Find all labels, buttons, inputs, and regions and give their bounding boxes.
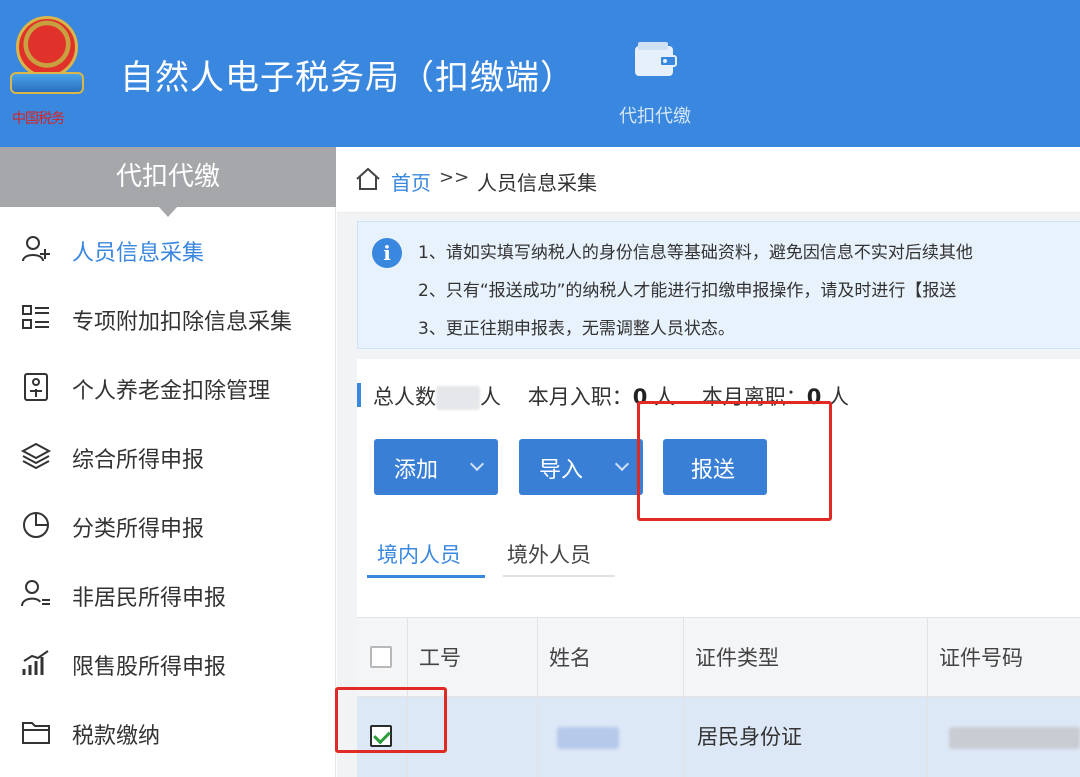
column-header: 工号 [419, 646, 461, 670]
sidebar-item-personnel-info[interactable]: 人员信息采集 [0, 219, 336, 279]
column-divider [683, 617, 684, 777]
total-label: 总人数 [373, 385, 436, 409]
sidebar-item-tax-payment[interactable]: 税款缴纳 [0, 702, 336, 762]
table-header: 工号 姓名 证件类型 证件号码 [357, 617, 1080, 697]
person-list-icon [21, 580, 50, 607]
joined-label: 本月入职： [527, 385, 633, 409]
sidebar-item-restricted-stock[interactable]: 限售股所得申报 [0, 633, 336, 693]
column-divider [927, 617, 928, 777]
top-nav-label: 代扣代缴 [619, 106, 691, 127]
sidebar-item-pension[interactable]: 个人养老金扣除管理 [0, 357, 336, 417]
sidebar-item-label: 非居民所得申报 [72, 586, 227, 611]
sidebar-title: 代扣代缴 [0, 147, 336, 217]
info-icon: i [372, 238, 402, 268]
bar-chart-icon [22, 650, 49, 675]
breadcrumb-home-link[interactable]: 首页 [391, 167, 431, 196]
sidebar-item-label: 分类所得申报 [72, 517, 205, 542]
home-icon[interactable] [355, 167, 381, 191]
personnel-panel: 总人数人 本月入职：0 人 本月离职：0 人 添加 导入 报送 境内人员 境外人… [335, 359, 1080, 777]
wallet-icon [635, 42, 677, 76]
add-button[interactable]: 添加 [374, 439, 498, 495]
app-header: 中国税务 自然人电子税务局（扣缴端） 代扣代缴 [0, 0, 1080, 147]
import-button[interactable]: 导入 [519, 439, 643, 495]
layers-icon [20, 442, 52, 470]
stats-accent-bar [357, 383, 361, 407]
pension-doc-icon [24, 373, 48, 401]
total-unit: 人 [480, 385, 501, 409]
personnel-table: 工号 姓名 证件类型 证件号码 居民身份证 [357, 617, 1080, 777]
notice-line: 2、只有“报送成功”的纳税人才能进行扣缴申报操作，请及时进行【报送 [418, 281, 957, 301]
sidebar-item-label: 税款缴纳 [72, 724, 161, 749]
breadcrumb-current: 人员信息采集 [477, 171, 597, 195]
column-header: 姓名 [549, 646, 591, 670]
tab-domestic[interactable]: 境内人员 [377, 539, 461, 569]
redacted-id-number [949, 727, 1080, 749]
sidebar: 代扣代缴 人员信息采集 专项附加扣除信息采集 个人养老金扣除管理 综合所得申报 [0, 147, 336, 777]
list-icon [22, 305, 49, 329]
tab-overseas[interactable]: 境外人员 [507, 539, 591, 569]
table-row[interactable]: 居民身份证 [357, 697, 1080, 777]
highlight-box-submit [637, 401, 832, 521]
sidebar-item-label: 人员信息采集 [72, 241, 205, 266]
breadcrumb-separator: >> [439, 167, 470, 188]
notice-line: 1、请如实填写纳税人的身份信息等基础资料，避免因信息不实对后续其他 [418, 243, 973, 263]
sidebar-item-label: 个人养老金扣除管理 [72, 379, 271, 404]
column-header: 证件号码 [939, 646, 1023, 670]
highlight-box-checkbox [335, 687, 447, 753]
breadcrumb: 首页 >> 人员信息采集 [337, 147, 1080, 213]
sidebar-item-comprehensive-income[interactable]: 综合所得申报 [0, 426, 336, 486]
notice-box: i 1、请如实填写纳税人的身份信息等基础资料，避免因信息不实对后续其他 2、只有… [357, 221, 1080, 349]
top-nav-withhold[interactable]: 代扣代缴 [600, 36, 710, 136]
id-type-cell: 居民身份证 [697, 725, 802, 749]
sidebar-item-nonresident-income[interactable]: 非居民所得申报 [0, 564, 336, 624]
column-divider [537, 617, 538, 777]
tab-active-indicator [367, 575, 485, 578]
add-button-label: 添加 [394, 457, 439, 482]
emblem-caption: 中国税务 [12, 111, 65, 127]
pie-chart-icon [23, 512, 49, 538]
tax-emblem-logo: 中国税务 [6, 12, 86, 127]
sidebar-item-label: 综合所得申报 [72, 448, 205, 473]
tab-inactive-indicator [503, 575, 615, 577]
sidebar-item-classified-income[interactable]: 分类所得申报 [0, 495, 336, 555]
select-all-checkbox[interactable] [370, 646, 392, 668]
sidebar-item-label: 限售股所得申报 [72, 655, 227, 680]
sidebar-item-special-deduction[interactable]: 专项附加扣除信息采集 [0, 288, 336, 348]
import-button-label: 导入 [539, 457, 584, 482]
chevron-down-icon [614, 456, 630, 472]
app-title: 自然人电子税务局（扣缴端） [120, 58, 575, 98]
sidebar-item-label: 专项附加扣除信息采集 [72, 310, 293, 335]
redacted-name [557, 727, 619, 749]
main-content: 首页 >> 人员信息采集 i 1、请如实填写纳税人的身份信息等基础资料，避免因信… [335, 147, 1080, 777]
person-add-icon [22, 236, 50, 262]
folder-icon [22, 722, 50, 744]
notice-line: 3、更正往期申报表，无需调整人员状态。 [418, 319, 735, 339]
column-header: 证件类型 [695, 646, 779, 670]
chevron-down-icon [469, 456, 485, 472]
redacted-count [436, 386, 480, 410]
